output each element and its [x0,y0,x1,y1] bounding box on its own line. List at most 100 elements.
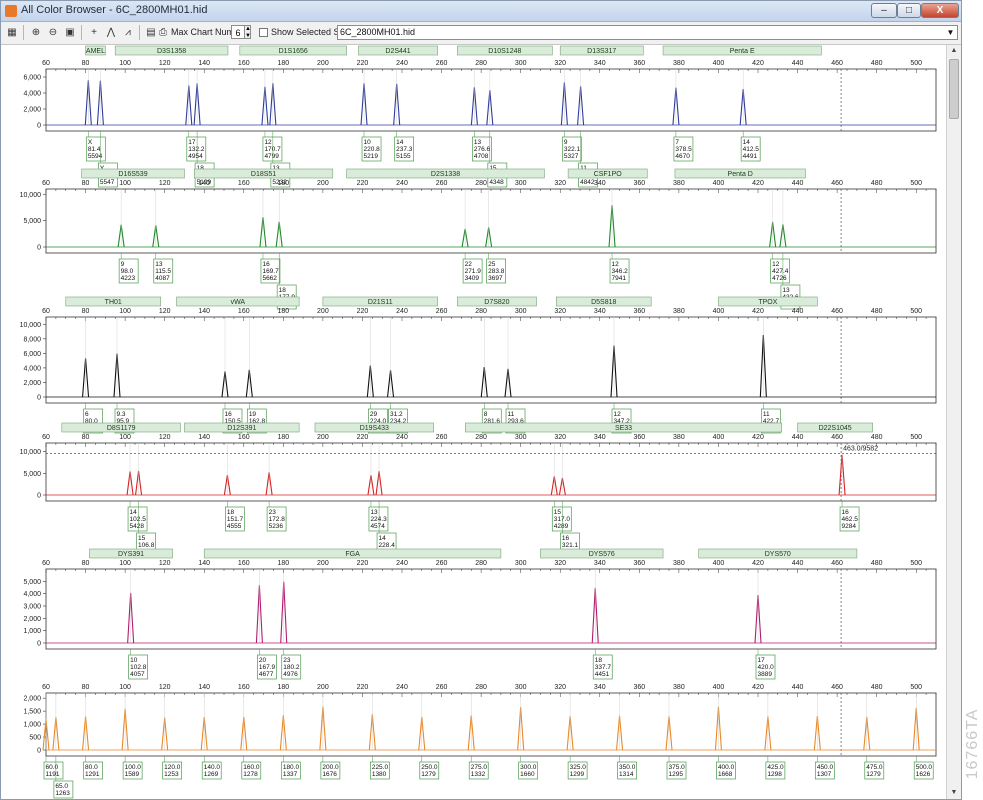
x-tick-label: 60 [42,560,50,567]
x-tick-label: 420 [752,60,764,67]
locus-label: DYS570 [765,551,791,558]
x-tick-label: 200 [317,560,329,567]
zoom-out-icon[interactable]: ⊖ [46,26,60,39]
locus-label: D5S818 [591,299,616,306]
print-icon[interactable]: ⎙ [156,26,170,39]
peak-size: 378.5 [675,146,692,153]
minimize-button[interactable]: – [871,3,897,18]
peak-height: 4708 [474,153,489,160]
x-tick-label: 180 [277,560,289,567]
peak-size: 60.0 [46,764,59,771]
peak-allele: 12 [614,411,622,418]
peak-allele: 7 [675,139,679,146]
peak-allele: 20 [259,657,267,664]
x-tick-label: 400 [713,684,725,691]
x-tick-label: 440 [792,180,804,187]
peaks-icon[interactable]: ⋀ [104,26,118,39]
plot-frame [45,692,937,757]
show-selected-checkbox[interactable] [259,28,268,37]
peak-allele: 19 [249,411,257,418]
scroll-up-button[interactable]: ▲ [948,45,960,57]
peak-allele: 9 [564,139,568,146]
locus-label: D21S11 [368,299,393,306]
x-tick-label: 60 [42,60,50,67]
peak-allele: 23 [283,657,291,664]
figure-number: 16766TA [963,690,983,800]
chart-area: AMEL D3S1358 D1S1656 D2S441 D10S1248 D13S317 P… [1,45,946,799]
x-tick-label: 340 [594,560,606,567]
peak-size: 271.9 [465,268,482,275]
peak-size: 350.0 [619,764,636,771]
peak-size: 80.0 [85,764,98,771]
peak-size: 180.2 [283,664,300,671]
x-tick-label: 340 [594,180,606,187]
scroll-down-button[interactable]: ▼ [948,787,960,799]
scroll-thumb[interactable] [949,59,959,119]
peaks-label-icon[interactable]: ⩘ [121,26,135,39]
locus-label: Penta E [730,48,755,55]
peak-size: 200.0 [322,764,339,771]
x-tick-label: 360 [633,180,645,187]
peak-height: 1332 [471,771,486,778]
vertical-scrollbar[interactable]: ▲ ▼ [946,45,961,799]
fit-icon[interactable]: ▣ [63,26,77,39]
y-tick-label: 10,000 [20,449,42,456]
electropherogram-charts: AMEL D3S1358 D1S1656 D2S441 D10S1248 D13S317 P… [20,45,937,799]
y-tick-label: 5,000 [23,579,41,586]
x-tick-label: 200 [317,434,329,441]
peak-height: 4954 [188,153,203,160]
locus-label: Penta D [728,171,753,178]
x-tick-label: 140 [198,180,210,187]
zoom-in-icon[interactable]: ⊕ [29,26,43,39]
peak-height: 1380 [372,771,387,778]
peak-height: 4451 [595,671,610,678]
locus-label: DYS576 [589,551,615,558]
maximize-button[interactable]: □ [897,3,921,18]
locus-label: D2S441 [385,48,410,55]
peak-size: 115.5 [155,268,171,275]
peak-allele: 17 [188,139,196,146]
x-tick-label: 220 [357,180,369,187]
y-tick-label: 8,000 [23,336,41,343]
peak-height: 4842 [580,179,595,186]
peak-allele: 15 [554,509,562,516]
x-tick-label: 200 [317,60,329,67]
x-tick-label: 140 [198,60,210,67]
peak-height: 1278 [243,771,258,778]
y-tick-label: 2,000 [23,616,41,623]
x-tick-label: 380 [673,684,685,691]
locus-label: SE33 [615,425,632,432]
title-bar[interactable]: All Color Browser - 6C_2800MH01.hid – □ … [1,1,961,22]
locus-label: vWA [231,299,246,306]
peak-height: 1269 [204,771,219,778]
locus-label: D22S1045 [819,425,852,432]
max-chart-input[interactable]: 6 [231,25,245,39]
peak-height: 5327 [564,153,579,160]
peak-height: 5547 [100,179,115,186]
x-tick-label: 280 [475,684,487,691]
x-tick-label: 360 [633,434,645,441]
peak-height: 5155 [396,153,411,160]
peak-allele: 10 [130,657,138,664]
locus-label: D3S1358 [157,48,186,55]
peak-size: 100.0 [125,764,142,771]
peak-height: 4223 [121,275,136,282]
peak-allele: 31.2 [390,411,403,418]
sample-select[interactable]: 6C_2800MH01.hid ▼ [337,25,958,40]
plot-frame [45,316,937,404]
sample-select-value: 6C_2800MH01.hid [340,27,416,37]
x-tick-label: 500 [910,308,922,315]
close-button[interactable]: X [921,3,959,18]
peak-size: 224.3 [370,516,387,523]
y-tick-label: 4,000 [23,91,41,98]
max-chart-spinner[interactable]: ▲ ▼ [244,25,251,39]
grid-icon[interactable]: ▦ [5,26,19,39]
cursor-icon[interactable]: + [87,26,101,39]
locus-label: CSF1PO [594,171,623,178]
chevron-down-icon[interactable]: ▼ [945,27,956,38]
peak-allele: 16 [262,261,270,268]
peak-height: 1314 [619,771,634,778]
peak-size: 475.0 [866,764,883,771]
y-tick-label: 2,000 [23,696,41,703]
x-tick-label: 400 [713,308,725,315]
